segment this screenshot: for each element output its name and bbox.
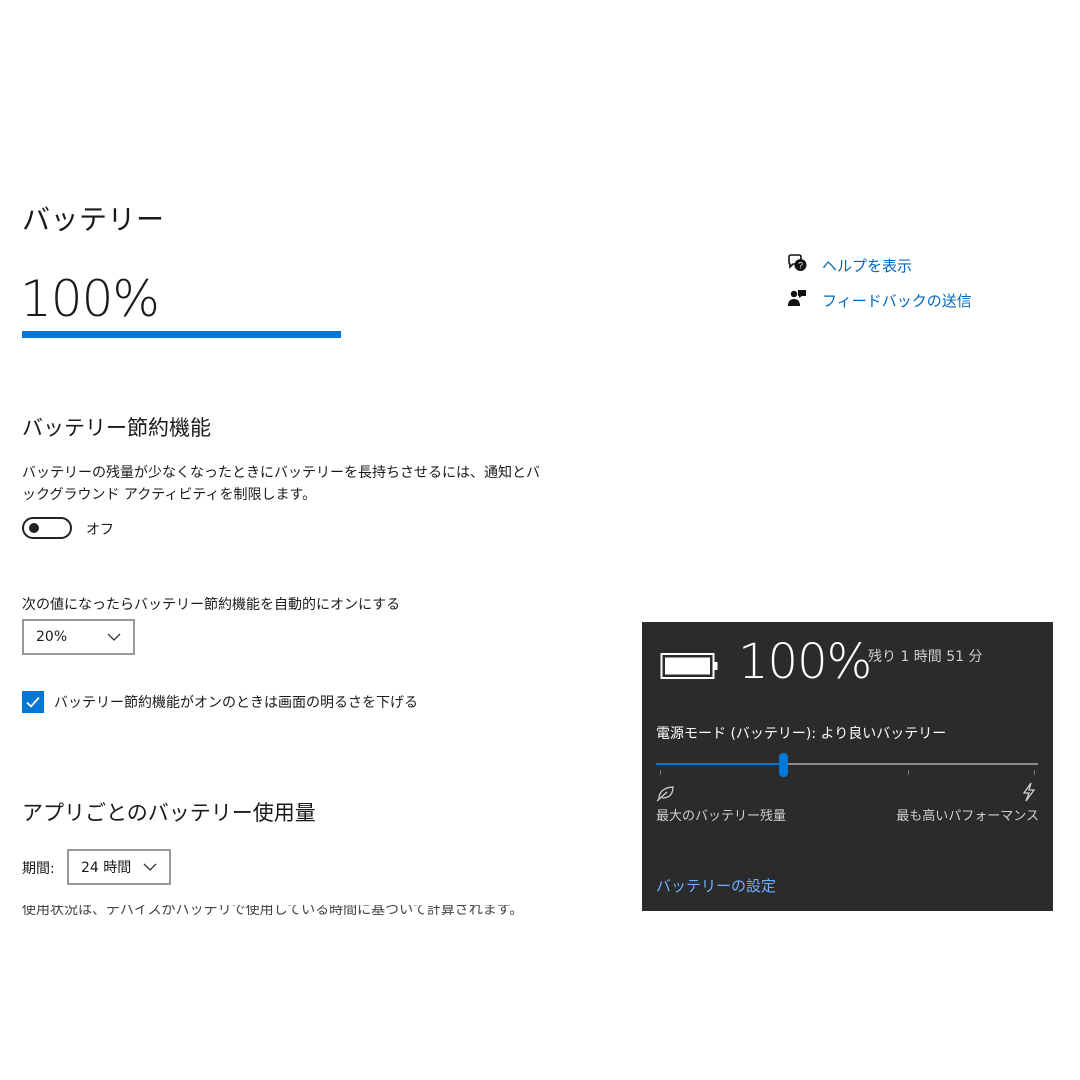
- battery-saver-toggle[interactable]: [22, 517, 72, 539]
- feedback-person-icon: [786, 287, 808, 313]
- feedback-row[interactable]: フィードバックの送信: [786, 287, 972, 313]
- power-mode-slider[interactable]: [656, 763, 1038, 765]
- battery-flyout: 100% 残り 1 時間 51 分 電源モード (バッテリー): より良いバッテ…: [642, 622, 1053, 911]
- leaf-icon: [656, 786, 674, 802]
- best-performance-label: 最も高いパフォーマンス: [896, 809, 1039, 824]
- lower-brightness-label: バッテリー節約機能がオンのときは画面の明るさを下げる: [54, 695, 418, 711]
- help-row[interactable]: ? ヘルプを表示: [786, 252, 912, 278]
- battery-level-bar: [22, 331, 341, 338]
- slider-tick: [908, 770, 909, 775]
- show-help-link[interactable]: ヘルプを表示: [822, 255, 912, 276]
- threshold-dropdown[interactable]: 20%: [22, 619, 135, 655]
- period-dropdown[interactable]: 24 時間: [67, 849, 171, 885]
- send-feedback-link[interactable]: フィードバックの送信: [822, 290, 972, 311]
- help-chat-icon: ?: [786, 252, 808, 278]
- slider-tick: [1034, 770, 1035, 775]
- battery-full-icon: [660, 653, 718, 679]
- auto-on-label: 次の値になったらバッテリー節約機能を自動的にオンにする: [22, 597, 401, 613]
- period-value: 24 時間: [81, 860, 132, 876]
- battery-settings-link[interactable]: バッテリーの設定: [656, 875, 776, 896]
- slider-fill: [656, 763, 784, 765]
- usage-heading: アプリごとのバッテリー使用量: [22, 801, 316, 825]
- usage-description-partial: 使用状況は、デバイスがバッテリで使用している時間に基づいて計算されます。: [22, 905, 524, 915]
- threshold-value: 20%: [36, 629, 68, 645]
- flyout-percentage: 100%: [738, 634, 872, 690]
- page-title: バッテリー: [22, 203, 165, 236]
- slider-thumb[interactable]: [779, 753, 789, 777]
- battery-level-fill: [22, 331, 341, 338]
- battery-saver-description: バッテリーの残量が少なくなったときにバッテリーを長持ちさせるには、通知とバックグ…: [22, 465, 540, 503]
- toggle-knob: [29, 523, 39, 533]
- battery-saver-heading: バッテリー節約機能: [22, 416, 211, 440]
- battery-percentage: 100%: [20, 270, 160, 328]
- power-mode-label: 電源モード (バッテリー): より良いバッテリー: [656, 726, 947, 742]
- lower-brightness-checkbox[interactable]: [22, 691, 44, 713]
- svg-text:?: ?: [798, 261, 803, 271]
- max-battery-label: 最大のバッテリー残量: [656, 809, 787, 824]
- chevron-down-icon: [107, 633, 121, 641]
- checkmark-icon: [26, 696, 40, 708]
- period-label: 期間:: [22, 861, 55, 877]
- toggle-state-label: オフ: [86, 522, 114, 538]
- chevron-down-icon: [143, 863, 157, 871]
- lightning-icon: [1022, 782, 1036, 802]
- time-remaining: 残り 1 時間 51 分: [868, 649, 983, 665]
- slider-tick: [660, 770, 661, 775]
